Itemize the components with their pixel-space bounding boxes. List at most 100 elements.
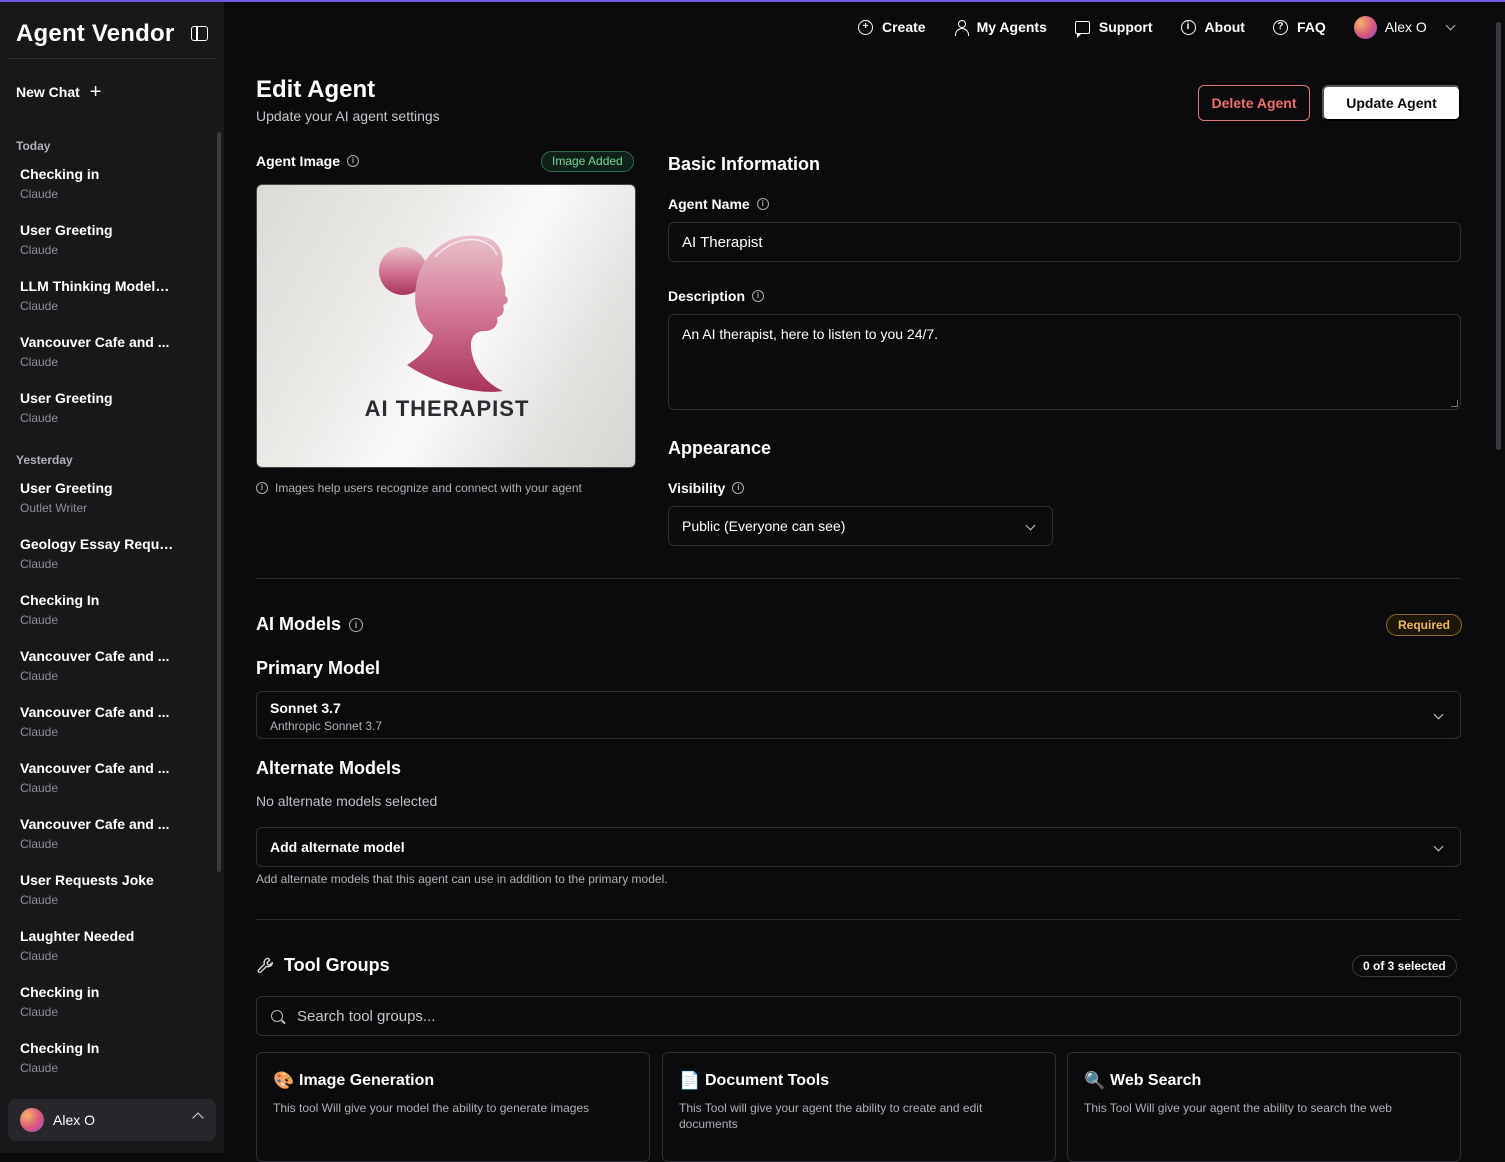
chat-agent-name: Claude: [20, 893, 59, 907]
chat-title: Checking In: [20, 1040, 100, 1056]
nav-support[interactable]: Support: [1074, 19, 1153, 38]
tool-card-title: Web Search: [1110, 1072, 1202, 1089]
user-name: Alex O: [1384, 19, 1427, 35]
add-alternate-model-select[interactable]: Add alternate model: [256, 827, 1461, 867]
chat-history-item[interactable]: Checking In Claude: [0, 1032, 216, 1088]
plus-icon: +: [89, 81, 102, 103]
chat-title: Vancouver Cafe and ...: [20, 334, 170, 350]
chevron-up-icon: [192, 1112, 204, 1124]
add-alternate-model-label: Add alternate model: [270, 839, 405, 855]
chat-history-item[interactable]: Checking in Claude: [0, 158, 216, 214]
agent-name-label: Agent Name i: [668, 196, 769, 212]
image-help-label: Images help users recognize and connect …: [275, 481, 582, 495]
visibility-label: Visibility i: [668, 480, 745, 496]
chat-history-item[interactable]: Vancouver Cafe and ... Claude: [0, 808, 216, 864]
palette-icon: 🎨: [273, 1071, 295, 1090]
chat-history-item[interactable]: User Greeting Claude: [0, 214, 216, 270]
nav-create-label: Create: [882, 19, 926, 35]
chat-history-item[interactable]: Checking In Claude: [0, 584, 216, 640]
chat-title: User Requests Joke: [20, 872, 154, 888]
tool-card-web-search[interactable]: 🔍 Web Search This Tool Will give your age…: [1067, 1052, 1461, 1162]
tool-card-desc: This Tool Will give your agent the abili…: [1084, 1101, 1392, 1115]
resize-handle-icon[interactable]: [1451, 400, 1458, 407]
avatar: [20, 1108, 44, 1132]
chat-title: User Greeting: [20, 480, 113, 496]
chat-title: Checking In: [20, 592, 100, 608]
description-textarea[interactable]: An AI therapist, here to listen to you 2…: [668, 314, 1461, 410]
agent-name-field[interactable]: AI Therapist: [668, 222, 1461, 262]
chat-agent-name: Claude: [20, 187, 59, 201]
chat-agent-name: Claude: [20, 411, 59, 425]
chat-history-item[interactable]: Geology Essay Reque... Claude: [0, 528, 216, 584]
page-subtitle: Update your AI agent settings: [256, 108, 440, 124]
alternate-models-heading: Alternate Models: [256, 758, 402, 778]
chat-title: User Greeting: [20, 222, 113, 238]
tool-search-input[interactable]: Search tool groups...: [256, 996, 1461, 1036]
info-icon[interactable]: i: [349, 617, 364, 632]
chat-history-item[interactable]: Vancouver Cafe and ... Claude: [0, 640, 216, 696]
info-icon[interactable]: i: [732, 482, 745, 494]
chat-history-item[interactable]: Vancouver Cafe and ... Claude: [0, 326, 216, 382]
chat-history-item[interactable]: Vancouver Cafe and ... Claude: [0, 696, 216, 752]
visibility-select[interactable]: Public (Everyone can see): [668, 506, 1053, 546]
divider: [256, 919, 1461, 920]
new-chat-button[interactable]: New Chat +: [16, 82, 101, 102]
chat-agent-name: Claude: [20, 949, 59, 963]
tool-card-image-generation[interactable]: 🎨 Image Generation This tool Will give yo…: [256, 1052, 650, 1162]
chat-agent-name: Claude: [20, 725, 59, 739]
nav-about[interactable]: i About: [1180, 19, 1245, 35]
description-value: An AI therapist, here to listen to you 2…: [682, 326, 939, 342]
info-icon[interactable]: i: [752, 290, 765, 302]
divider: [8, 58, 216, 59]
chat-agent-name: Claude: [20, 837, 59, 851]
tool-card-document-tools[interactable]: 📄 Document Tools This Tool will give your…: [662, 1052, 1056, 1162]
chat-title: Checking in: [20, 166, 100, 182]
tool-groups-heading-text: Tool Groups: [284, 955, 390, 975]
description-label: Description i: [668, 288, 765, 304]
chat-history-item[interactable]: User Greeting Claude: [0, 382, 216, 438]
chat-agent-name: Claude: [20, 613, 59, 627]
tool-card-title: Document Tools: [705, 1072, 830, 1089]
divider: [256, 578, 1461, 579]
agent-image-upload[interactable]: AI THERAPIST: [256, 184, 636, 468]
page-scrollbar[interactable]: [1496, 22, 1501, 450]
alternate-models-help: Add alternate models that this agent can…: [256, 872, 668, 886]
nav-create[interactable]: + Create: [858, 19, 926, 35]
chat-history-item[interactable]: LLM Thinking Models ... Claude: [0, 270, 216, 326]
brand-title: Agent Vendor: [16, 20, 175, 47]
chat-history-item[interactable]: Checking in Claude: [0, 976, 216, 1032]
chat-history-item[interactable]: User Greeting Outlet Writer: [0, 472, 216, 528]
agent-name-label-text: Agent Name: [668, 196, 750, 212]
delete-agent-button[interactable]: Delete Agent: [1198, 85, 1310, 121]
sidebar-user-menu[interactable]: Alex O: [8, 1099, 216, 1141]
chat-title: Geology Essay Reque...: [20, 536, 176, 552]
info-icon[interactable]: i: [347, 155, 360, 167]
image-added-badge: Image Added: [541, 151, 634, 172]
chevron-down-icon: [1433, 841, 1444, 852]
nav-faq[interactable]: ? FAQ: [1272, 19, 1326, 35]
chat-history-item[interactable]: Laughter Needed Claude: [0, 920, 216, 976]
chat-history-item[interactable]: User Requests Joke Claude: [0, 864, 216, 920]
sidebar: Agent Vendor New Chat + Today Checking in…: [0, 2, 224, 1153]
info-icon: i: [256, 482, 268, 494]
avatar: [1353, 15, 1377, 39]
sidebar-toggle-icon[interactable]: [191, 26, 208, 41]
update-agent-button[interactable]: Update Agent: [1322, 85, 1461, 121]
primary-model-select[interactable]: Sonnet 3.7 Anthropic Sonnet 3.7: [256, 691, 1461, 739]
info-icon[interactable]: i: [756, 198, 769, 210]
primary-model-provider: Anthropic Sonnet 3.7: [270, 719, 383, 733]
info-icon: i: [1180, 19, 1196, 35]
chat-history-item[interactable]: Vancouver Cafe and ... Claude: [0, 752, 216, 808]
sidebar-scrollbar[interactable]: [217, 132, 221, 872]
tools-selected-badge: 0 of 3 selected: [1352, 955, 1457, 977]
chat-title: LLM Thinking Models ...: [20, 278, 176, 294]
chat-title: Vancouver Cafe and ...: [20, 648, 170, 664]
tool-search-placeholder: Search tool groups...: [297, 1007, 436, 1025]
top-nav: + Create My Agents Support i About ? FAQ…: [858, 14, 1456, 40]
search-icon: [271, 1010, 283, 1022]
visibility-value: Public (Everyone can see): [682, 518, 846, 534]
tool-groups-heading: Tool Groups: [256, 955, 390, 976]
ai-models-heading: AI Models i: [256, 614, 364, 635]
nav-my-agents[interactable]: My Agents: [954, 19, 1047, 36]
user-menu[interactable]: Alex O: [1353, 15, 1456, 39]
